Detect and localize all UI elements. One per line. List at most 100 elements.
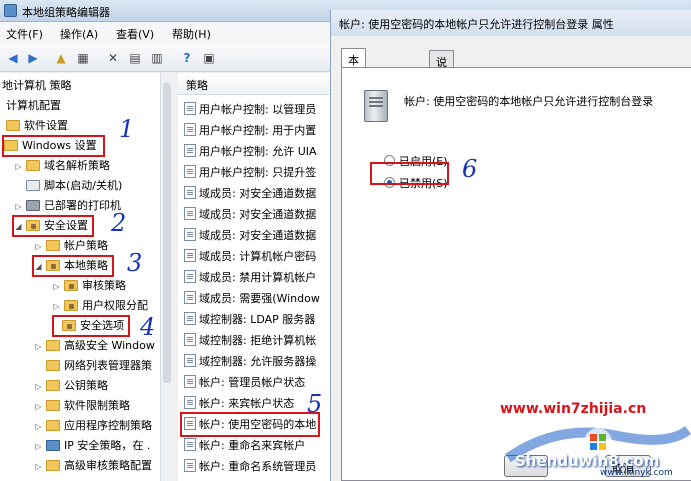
delete-icon[interactable]: ✕ bbox=[104, 49, 122, 67]
policy-row[interactable]: 域成员: 对安全通道数据 bbox=[184, 204, 316, 225]
view-icon[interactable]: ▣ bbox=[200, 49, 218, 67]
expander-icon[interactable]: ▷ bbox=[34, 378, 43, 396]
policy-row[interactable]: 域成员: 禁用计算机帐户 bbox=[184, 267, 316, 288]
policy-column-header[interactable]: 策略 bbox=[178, 73, 330, 95]
tree-app-control[interactable]: ▷ 应用程序控制策略 bbox=[34, 417, 152, 435]
policy-row[interactable]: 用户帐户控制: 以管理员 bbox=[184, 99, 316, 120]
annotation-2: 2 bbox=[111, 209, 127, 237]
help-icon[interactable]: ? bbox=[178, 49, 196, 67]
policy-icon bbox=[184, 417, 196, 430]
menu-file[interactable]: 文件(F) bbox=[6, 26, 43, 42]
tree-advanced-firewall[interactable]: ▷ 高级安全 Window bbox=[34, 337, 154, 356]
tree-printers[interactable]: ▷ 已部署的打印机 bbox=[14, 197, 121, 215]
toolbar: ◀ ▶ ▲ ▦ ✕ ▤ ▥ ? ▣ bbox=[0, 44, 330, 72]
tree-software-restriction[interactable]: ▷ 软件限制策略 bbox=[34, 397, 130, 415]
policy-row[interactable]: 域成员: 对安全通道数据 bbox=[184, 225, 316, 246]
scrollbar-thumb[interactable] bbox=[163, 83, 171, 383]
export-list-icon[interactable]: ▥ bbox=[148, 49, 166, 67]
expander-icon[interactable]: ▷ bbox=[34, 398, 43, 416]
tree-scrollbar[interactable] bbox=[160, 73, 172, 481]
menu-action[interactable]: 操作(A) bbox=[60, 26, 98, 42]
policy-row[interactable]: 帐户: 来宾帐户状态 bbox=[184, 393, 294, 414]
show-hide-tree-icon[interactable]: ▦ bbox=[74, 49, 92, 67]
policy-icon bbox=[184, 333, 196, 346]
folder-icon bbox=[46, 340, 60, 351]
policy-row[interactable]: 域控制器: 拒绝计算机帐 bbox=[184, 330, 316, 351]
tree-scripts[interactable]: 脚本(启动/关机) bbox=[26, 177, 122, 195]
policy-row-selected[interactable]: 帐户: 使用空密码的本地 bbox=[179, 412, 321, 437]
tree-advanced-audit[interactable]: ▷ 高级审核策略配置 bbox=[34, 457, 152, 475]
folder-icon bbox=[62, 320, 76, 331]
policy-icon bbox=[184, 270, 196, 283]
server-icon bbox=[364, 90, 388, 122]
policy-row[interactable]: 域控制器: 允许服务器操 bbox=[184, 351, 316, 372]
tree-public-key[interactable]: ▷ 公钥策略 bbox=[34, 377, 108, 395]
policy-row[interactable]: 域成员: 对安全通道数据 bbox=[184, 183, 316, 204]
tree-network-list[interactable]: 网络列表管理器策 bbox=[46, 357, 152, 375]
highlight-box bbox=[370, 162, 449, 185]
app-icon bbox=[4, 4, 17, 17]
up-folder-icon[interactable]: ▲ bbox=[52, 49, 70, 67]
menu-bar: 文件(F) 操作(A) 查看(V) 帮助(H) bbox=[0, 22, 330, 44]
tree-security-settings[interactable]: ◢ 安全设置 bbox=[12, 215, 94, 237]
policy-pane[interactable]: 策略 用户帐户控制: 以管理员 用户帐户控制: 用于内置 用户帐户控制: 允许 … bbox=[178, 73, 330, 481]
dialog-title: 帐户: 使用空密码的本地帐户只允许进行控制台登录 属性 bbox=[331, 10, 691, 36]
properties-icon[interactable]: ▤ bbox=[126, 49, 144, 67]
watermark-url: www.win7zhijia.cn bbox=[500, 401, 647, 417]
tree-pane[interactable]: 地计算机 策略 计算机配置 软件设置 Windows 设置 ▷ 域名解析策略 脚本… bbox=[0, 73, 172, 481]
tree-software-settings[interactable]: 软件设置 bbox=[6, 117, 68, 135]
policy-icon bbox=[184, 165, 196, 178]
tree-audit-policy[interactable]: ▷ 审核策略 bbox=[52, 277, 126, 295]
tree-security-options[interactable]: 安全选项 bbox=[52, 315, 130, 337]
policy-row[interactable]: 帐户: 重命名来宾帐户 bbox=[184, 435, 305, 456]
policy-row[interactable]: 用户帐户控制: 允许 UIA bbox=[184, 141, 317, 162]
policy-row[interactable]: 帐户: 重命名系统管理员 bbox=[184, 456, 316, 477]
policy-icon bbox=[184, 291, 196, 304]
policy-icon bbox=[184, 186, 196, 199]
expander-icon[interactable]: ▷ bbox=[14, 198, 23, 216]
back-icon[interactable]: ◀ bbox=[4, 49, 22, 67]
policy-icon bbox=[184, 459, 196, 472]
policy-row[interactable]: 用户帐户控制: 只提升签 bbox=[184, 162, 316, 183]
policy-icon bbox=[184, 396, 196, 409]
script-icon bbox=[26, 180, 40, 191]
policy-description: 帐户: 使用空密码的本地帐户只允许进行控制台登录 bbox=[404, 95, 654, 108]
policy-row[interactable]: 域控制器: LDAP 服务器 bbox=[184, 309, 315, 330]
folder-icon bbox=[6, 120, 20, 131]
menu-view[interactable]: 查看(V) bbox=[116, 26, 154, 42]
ip-security-icon bbox=[46, 440, 60, 451]
expander-open-icon[interactable]: ◢ bbox=[14, 218, 23, 236]
policy-row[interactable]: 帐户: 管理员帐户状态 bbox=[184, 372, 305, 393]
tree-root[interactable]: 地计算机 策略 bbox=[2, 77, 72, 95]
expander-icon[interactable]: ▷ bbox=[52, 298, 61, 316]
folder-icon bbox=[26, 160, 40, 171]
folder-icon bbox=[46, 460, 60, 471]
menu-help[interactable]: 帮助(H) bbox=[172, 26, 211, 42]
expander-icon[interactable]: ▷ bbox=[34, 418, 43, 436]
folder-icon bbox=[46, 360, 60, 371]
expander-icon[interactable]: ▷ bbox=[14, 158, 23, 176]
expander-icon[interactable]: ▷ bbox=[34, 458, 43, 476]
forward-icon[interactable]: ▶ bbox=[24, 49, 42, 67]
tab-explain[interactable]: 说明 bbox=[429, 50, 454, 85]
tree-account-policies[interactable]: ▷ 帐户策略 bbox=[34, 237, 108, 255]
expander-icon[interactable]: ▷ bbox=[34, 238, 43, 256]
expander-open-icon[interactable]: ◢ bbox=[34, 258, 43, 276]
policy-row[interactable]: 域成员: 需要强(Window bbox=[184, 288, 320, 309]
window-title: 本地组策略编辑器 bbox=[22, 6, 110, 19]
security-folder-icon bbox=[26, 220, 40, 231]
annotation-1: 1 bbox=[119, 115, 135, 143]
tree-windows-settings[interactable]: Windows 设置 bbox=[2, 135, 105, 157]
expander-icon[interactable]: ▷ bbox=[34, 438, 43, 456]
tab-local-security-setting[interactable]: 本地安全设置 bbox=[341, 48, 366, 147]
tree-computer-config[interactable]: 计算机配置 bbox=[6, 97, 61, 115]
expander-icon[interactable]: ▷ bbox=[34, 338, 43, 356]
policy-row[interactable]: 用户帐户控制: 用于内置 bbox=[184, 120, 316, 141]
tree-ip-security[interactable]: ▷ IP 安全策略，在 . bbox=[34, 437, 150, 455]
expander-icon[interactable]: ▷ bbox=[52, 278, 61, 296]
tree-user-rights[interactable]: ▷ 用户权限分配 bbox=[52, 297, 148, 315]
tree-local-policies[interactable]: ◢ 本地策略 bbox=[32, 255, 114, 277]
policy-row[interactable]: 域成员: 计算机帐户密码 bbox=[184, 246, 316, 267]
tree-name-resolution[interactable]: ▷ 域名解析策略 bbox=[14, 157, 110, 175]
policy-icon bbox=[184, 123, 196, 136]
